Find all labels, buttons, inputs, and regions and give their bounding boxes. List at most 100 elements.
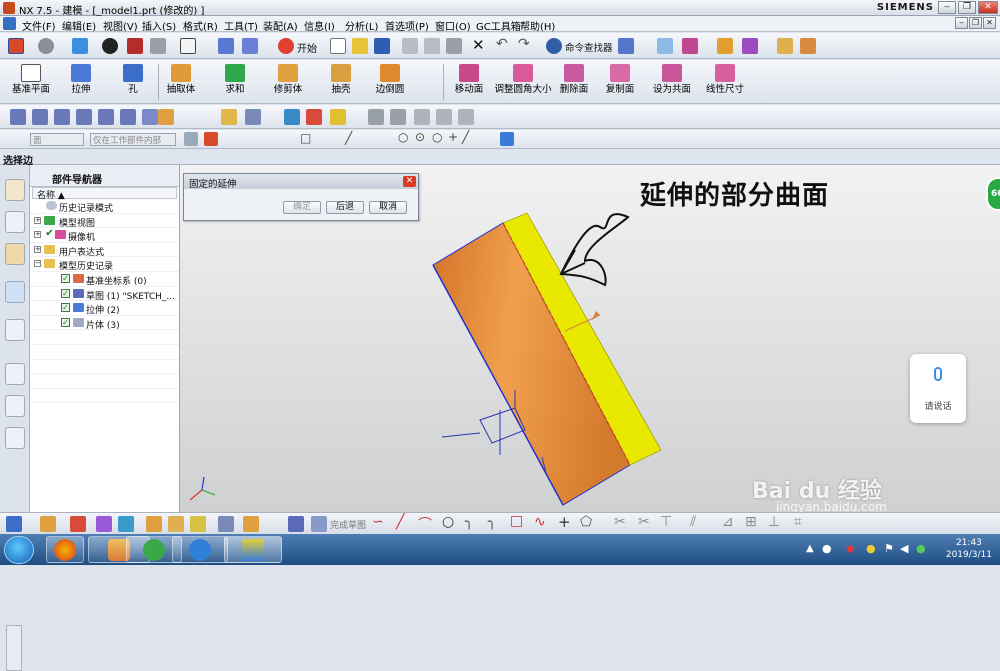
analysis-icon[interactable] — [682, 38, 698, 54]
sketch-tool-5-icon[interactable] — [118, 516, 134, 532]
sketch-tool-4-icon[interactable] — [96, 516, 112, 532]
tree-row-datum-csys[interactable]: ✓ 基准坐标系 (0) — [30, 272, 179, 287]
voice-input-widget[interactable]: 请说话 — [910, 354, 966, 423]
taskbar-clock[interactable]: 21:43 2019/3/11 — [946, 537, 992, 561]
shaded-icon[interactable] — [102, 38, 118, 54]
circle-icon[interactable]: ○ — [442, 514, 454, 530]
taskbar-app-1[interactable] — [46, 536, 84, 563]
expand-icon[interactable]: + — [34, 216, 41, 224]
sync-tool-7-icon[interactable] — [142, 109, 158, 125]
taskbar-app-sogou[interactable] — [172, 536, 228, 563]
mirror-icon[interactable]: ⊿ — [722, 514, 734, 530]
dimension-icon[interactable]: ⌗ — [794, 514, 802, 530]
layer-icon[interactable] — [242, 38, 258, 54]
menu-view[interactable]: 视图(V) — [103, 18, 138, 33]
collapse-icon[interactable]: − — [34, 260, 41, 268]
tree-row-sheet-body[interactable]: ✓ 片体 (3) — [30, 316, 179, 331]
command-finder-icon[interactable] — [546, 38, 562, 54]
line-icon[interactable]: ╱ — [396, 514, 404, 530]
extend-icon[interactable]: ✂ — [638, 514, 650, 530]
web-browser-tab[interactable] — [5, 319, 25, 341]
finish-sketch-icon[interactable] — [311, 516, 327, 532]
sketch-tool-9-icon[interactable] — [218, 516, 234, 532]
constraint-icon[interactable]: ⊥ — [768, 514, 780, 530]
plus-snap-icon[interactable]: + — [448, 130, 458, 144]
sketch-tool-1-icon[interactable] — [6, 516, 22, 532]
reuse-library-tab[interactable] — [5, 281, 25, 303]
roles-tab[interactable] — [5, 427, 25, 449]
taskbar-app-nx[interactable] — [224, 536, 282, 563]
sketch-tool-8-icon[interactable] — [190, 516, 206, 532]
angle-icon[interactable] — [800, 38, 816, 54]
menu-preferences[interactable]: 首选项(P) — [385, 18, 429, 33]
measure-icon[interactable] — [657, 38, 673, 54]
dialog-close-button[interactable]: ✕ — [403, 176, 416, 187]
menu-help[interactable]: 帮助(H) — [520, 18, 555, 33]
expand-icon[interactable]: + — [34, 231, 41, 239]
section-icon[interactable] — [127, 38, 143, 54]
tray-app-icon[interactable]: ● — [866, 542, 876, 555]
save-icon[interactable] — [374, 38, 390, 54]
info-icon[interactable] — [618, 38, 634, 54]
profile-icon[interactable]: ∽ — [372, 514, 384, 530]
type-filter-select[interactable]: 面 — [30, 133, 84, 146]
sketch-tool-3-icon[interactable] — [70, 516, 86, 532]
line-snap-icon[interactable]: ╱ — [345, 131, 352, 145]
menu-information[interactable]: 信息(I) — [304, 18, 335, 33]
undo-icon[interactable]: ↶ — [496, 36, 508, 52]
menu-analysis[interactable]: 分析(L) — [345, 18, 378, 33]
polygon-icon[interactable]: ⬠ — [580, 514, 592, 530]
tree-row-user-expressions[interactable]: + 用户表达式 — [30, 243, 179, 258]
app-menu-icon[interactable] — [3, 17, 16, 30]
chamfer-icon[interactable]: ╮ — [488, 514, 496, 530]
color-icon[interactable] — [717, 38, 733, 54]
tree-row-sketch[interactable]: ✓ 草图 (1) "SKETCH_... — [30, 287, 179, 302]
sync-tool-4-icon[interactable] — [76, 109, 92, 125]
sync-tool-2-icon[interactable] — [32, 109, 48, 125]
scope-filter-select[interactable]: 仅在工作部件内部 — [90, 133, 176, 146]
spline-icon[interactable]: ∿ — [534, 514, 546, 530]
doc-minimize-button[interactable]: ‒ — [955, 17, 968, 29]
menu-window[interactable]: 窗口(O) — [435, 18, 471, 33]
system-materials-tab[interactable] — [5, 395, 25, 417]
visibility-checkbox[interactable]: ✓ — [61, 273, 70, 283]
part-snap-icon[interactable] — [500, 132, 514, 146]
tree-row-extrude[interactable]: ✓ 拉伸 (2) — [30, 301, 179, 316]
minimize-button[interactable]: ‒ — [938, 1, 956, 14]
sync-tool-5-icon[interactable] — [98, 109, 114, 125]
tray-volume-icon[interactable]: ◀ — [900, 542, 908, 555]
visibility-checkbox[interactable]: ✓ — [61, 288, 70, 298]
snap-point-icon[interactable] — [204, 132, 218, 146]
history-tab[interactable] — [5, 363, 25, 385]
arc-icon[interactable]: ⌒ — [418, 514, 432, 534]
corner-icon[interactable]: ⊤ — [660, 514, 672, 530]
sketch-tool-2-icon[interactable] — [40, 516, 56, 532]
select-box-icon[interactable]: □ — [300, 131, 311, 145]
menu-insert[interactable]: 插入(S) — [142, 18, 176, 33]
ruler-icon[interactable] — [777, 38, 793, 54]
status-badge[interactable]: 66 — [986, 177, 1000, 211]
filter-reset-icon[interactable] — [184, 132, 198, 146]
sketch-tool-7-icon[interactable] — [168, 516, 184, 532]
snap-icon[interactable] — [742, 38, 758, 54]
menu-edit[interactable]: 编辑(E) — [62, 18, 96, 33]
visibility-checkbox[interactable]: ✓ — [61, 317, 70, 327]
tree-row-model-history[interactable]: − 模型历史记录 — [30, 257, 179, 272]
restore-button[interactable]: ❐ — [958, 1, 976, 14]
render-style-icon[interactable] — [38, 38, 54, 54]
sync-tool-10-icon[interactable] — [245, 109, 261, 125]
cube-view-icon[interactable] — [72, 38, 88, 54]
finish-sketch-button[interactable]: 完成草图 — [330, 518, 366, 531]
pattern-icon[interactable]: ⊞ — [745, 514, 757, 530]
tray-security-icon[interactable]: ● — [916, 542, 926, 555]
doc-close-button[interactable]: ✕ — [983, 17, 996, 29]
sync-tool-8-icon[interactable] — [158, 109, 174, 125]
menu-file[interactable]: 文件(F) — [22, 18, 56, 33]
tree-row-history-mode[interactable]: 历史记录模式 — [30, 199, 179, 214]
redo-icon[interactable]: ↷ — [518, 36, 530, 52]
menu-assembly[interactable]: 装配(A) — [263, 18, 298, 33]
tree-row-model-views[interactable]: + 模型视图 — [30, 214, 179, 229]
paste-icon[interactable] — [446, 38, 462, 54]
wireframe-icon[interactable] — [150, 38, 166, 54]
name-column-header[interactable]: 名称 ▲ — [32, 187, 177, 201]
